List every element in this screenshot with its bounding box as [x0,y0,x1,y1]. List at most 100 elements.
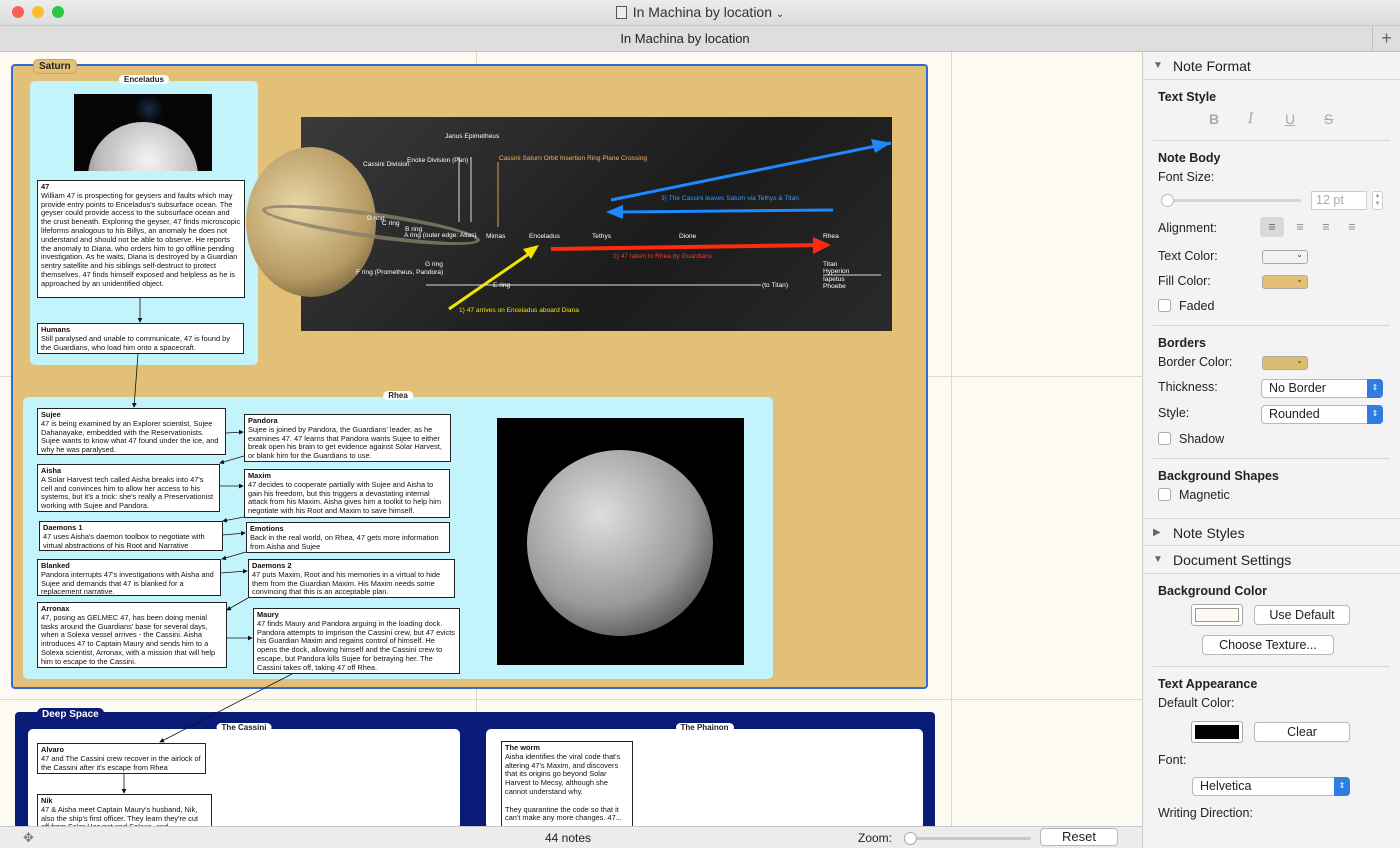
style-popup[interactable]: Rounded ⇕ [1261,405,1383,424]
align-right-button[interactable]: ≡ [1314,217,1338,237]
label-cassini-division: Cassini Division [363,161,410,168]
zoom-slider[interactable] [904,832,1031,845]
magnetic-checkbox[interactable] [1158,488,1171,501]
border-color-well[interactable]: ⌄ [1262,356,1308,370]
note-maxim[interactable]: Maxim 47 decides to cooperate partially w… [244,469,450,518]
status-bar: ✥ 44 notes Zoom: Reset [0,826,1142,848]
chevron-down-icon: ⌄ [1296,356,1303,365]
enceladus-image[interactable] [74,94,212,171]
deep-space-title: Deep Space [37,708,104,721]
use-default-button[interactable]: Use Default [1254,605,1350,625]
note-alvaro[interactable]: Alvaro 47 and The Cassini crew recover in… [37,743,206,774]
note-blanked[interactable]: Blanked Pandora interrupts 47's investiga… [37,559,221,596]
chevron-down-icon: ⌄ [1296,275,1303,284]
choose-texture-button[interactable]: Choose Texture... [1202,635,1334,655]
note-body-heading: Note Body [1158,151,1221,165]
reset-button[interactable]: Reset [1040,828,1118,846]
note-body: Sujee is joined by Pandora, the Guardian… [248,424,442,461]
style-value: Rounded [1269,407,1320,421]
chevron-down-icon: ⌄ [1296,250,1303,259]
enceladus-title: Enceladus [118,75,170,84]
label-c-ring: C ring [382,220,400,227]
move-icon[interactable]: ✥ [23,830,34,846]
label-janus: Janus Epimetheus [445,133,500,140]
window-title-text: In Machina by location [632,4,773,20]
rhea-title: Rhea [383,391,413,400]
note-nik[interactable]: Nik 47 & Aisha meet Captain Maury's husba… [37,794,212,826]
grid-line [951,52,952,826]
bold-button[interactable]: B [1209,111,1219,127]
section-note-format[interactable]: ▼ Note Format [1143,52,1400,80]
window-title[interactable]: In Machina by location ⌄ [0,4,1400,20]
label-dione: Dione [679,233,697,240]
inspector-sidebar: ▼ Note Format Text Style B I U S Note Bod… [1142,52,1400,848]
map-canvas[interactable]: Saturn Enceladus 47 William 47 is prospe… [0,52,1142,826]
strikethrough-button[interactable]: S [1324,111,1333,127]
align-justify-button[interactable]: ≡ [1340,217,1364,237]
font-popup[interactable]: Helvetica ⇕ [1192,777,1350,796]
font-row: Font: [1143,748,1400,773]
font-size-field[interactable]: 12 pt [1311,191,1367,210]
new-tab-button[interactable]: + [1372,26,1400,52]
note-body: Pandora interrupts 47's investigations w… [41,569,214,596]
note-arronax[interactable]: Arronax 47, posing as GELMEC 47, has been… [37,602,227,668]
rhea-image[interactable] [497,418,744,665]
faded-checkbox[interactable] [1158,299,1171,312]
font-size-stepper[interactable]: ▲ ▼ [1372,191,1383,210]
faded-label: Faded [1179,299,1215,313]
note-emotions[interactable]: Emotions Back in the real world, on Rhea,… [246,522,450,553]
note-body: 47 uses Aisha's daemon toolbox to negoti… [43,531,205,550]
default-color-well[interactable] [1191,721,1243,743]
text-color-well[interactable]: ⌄ [1262,250,1308,264]
text-color-row: Text Color: ⌄ [1143,244,1400,269]
thickness-label: Thickness: [1158,380,1218,394]
align-center-button[interactable]: ≡ [1288,217,1312,237]
saturn-diagram-image[interactable]: Cassini Division Encke Division (Pan) Ja… [246,117,892,331]
enceladus-container[interactable]: Enceladus 47 William 47 is prospecting f… [30,75,258,365]
section-document-settings[interactable]: ▼ Document Settings [1143,546,1400,574]
font-size-controls: 12 pt ▲ ▼ [1143,190,1400,212]
fill-color-well[interactable]: ⌄ [1262,275,1308,289]
label-titan: Titan Hyperion Iapetus Phoebe [823,261,850,291]
italic-button[interactable]: I [1248,111,1254,127]
background-color-well[interactable] [1191,604,1243,626]
label-mimas: Mimas [486,233,506,240]
background-color-row: Use Default [1143,598,1400,630]
note-maury[interactable]: Maury 47 finds Maury and Pandora arguing … [253,608,460,674]
fill-color-label: Fill Color: [1158,274,1211,288]
note-daemons-1[interactable]: Daemons 1 47 uses Aisha's daemon toolbox … [39,521,223,551]
label-encke: Encke Division (Pan) [407,157,469,164]
underline-button[interactable]: U [1285,111,1295,127]
triangle-down-icon: ▼ [1153,60,1163,71]
note-pandora[interactable]: Pandora Sujee is joined by Pandora, the G… [244,414,451,462]
thickness-popup[interactable]: No Border ⇕ [1261,379,1383,398]
note-sujee[interactable]: Sujee 47 is being examined by an Explorer… [37,408,226,455]
note-body: 47 puts Maxim, Root and his memories in … [252,569,441,597]
triangle-down-icon: ▼ [1153,554,1163,565]
updown-icon: ⇕ [1367,405,1383,424]
zoom-slider-knob[interactable] [904,832,918,845]
shadow-checkbox[interactable] [1158,432,1171,445]
align-left-button[interactable]: ≡ [1260,217,1284,237]
clear-button[interactable]: Clear [1254,722,1350,742]
borders-heading: Borders [1158,336,1206,350]
section-title: Note Styles [1173,525,1245,541]
text-color-label: Text Color: [1158,249,1218,263]
font-size-slider-knob[interactable] [1161,194,1174,207]
font-size-row: Font Size: [1143,165,1400,190]
thickness-value: No Border [1269,381,1326,395]
note-aisha[interactable]: Aisha A Solar Harvest tech called Aisha b… [37,464,220,512]
note-body: Aisha identifies the viral code that's a… [505,751,622,823]
note-body: 47 decides to cooperate partially with S… [248,479,442,516]
note-humans[interactable]: Humans Still paralysed and unable to com… [37,323,244,354]
section-note-styles[interactable]: ▶ Note Styles [1143,518,1400,546]
window-titlebar: In Machina by location ⌄ [0,0,1400,26]
note-the-worm[interactable]: The worm Aisha identifies the viral code … [501,741,633,826]
note-daemons-2[interactable]: Daemons 2 47 puts Maxim, Root and his mem… [248,559,455,598]
font-size-slider[interactable] [1161,194,1301,207]
thickness-row: Thickness: No Border ⇕ [1143,375,1400,401]
note-47[interactable]: 47 William 47 is prospecting for geysers… [37,180,245,298]
tab-active[interactable]: In Machina by location [0,31,1370,46]
label-f-ring: F ring (Prometheus, Pandora) [356,269,444,276]
border-color-row: Border Color: ⌄ [1143,350,1400,375]
